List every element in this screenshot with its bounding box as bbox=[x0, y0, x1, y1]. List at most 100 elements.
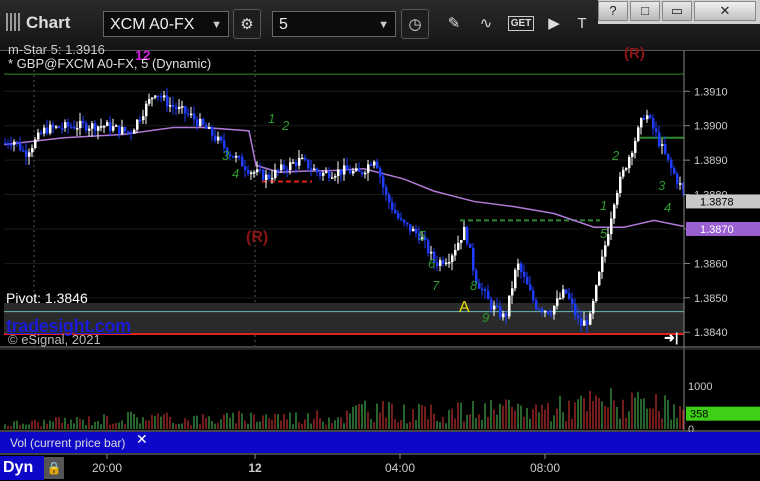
td-count-mark: 3 bbox=[658, 178, 666, 193]
candle-body bbox=[289, 162, 292, 170]
candle-body bbox=[469, 243, 472, 248]
candle-body bbox=[13, 141, 16, 145]
candle-body bbox=[100, 126, 103, 128]
td-count-mark: 6 bbox=[428, 256, 436, 271]
drag-grip-icon[interactable] bbox=[6, 13, 20, 31]
candle-body bbox=[412, 228, 415, 232]
get-icon[interactable]: GET bbox=[504, 9, 538, 39]
scroll-to-end-icon[interactable]: ➜| bbox=[664, 330, 679, 346]
candle-body bbox=[334, 176, 337, 178]
candle-body bbox=[16, 141, 19, 144]
candle-body bbox=[610, 218, 613, 235]
window-controls: ? □ ▭ ✕ bbox=[598, 0, 760, 24]
candle-body bbox=[139, 119, 142, 122]
price-tick-label: 1.3860 bbox=[694, 258, 728, 270]
candle-body bbox=[211, 126, 214, 136]
clock-icon[interactable]: ◷ bbox=[401, 9, 429, 39]
text-tool-icon[interactable]: T bbox=[568, 9, 596, 39]
last-price-badge: 1.3878 bbox=[700, 196, 734, 208]
restore-button[interactable]: □ bbox=[630, 1, 660, 21]
candle-body bbox=[40, 132, 43, 135]
interval-combo[interactable]: 5 ▼ bbox=[272, 11, 396, 37]
play-icon[interactable]: ▶ bbox=[540, 9, 568, 39]
candle-body bbox=[172, 105, 175, 108]
candle-body bbox=[184, 106, 187, 114]
candle-body bbox=[388, 194, 391, 203]
maximize-button[interactable]: ▭ bbox=[662, 1, 692, 21]
candle-body bbox=[520, 263, 523, 272]
lock-icon[interactable]: 🔒 bbox=[44, 457, 64, 479]
candle-body bbox=[622, 169, 625, 177]
candle-body bbox=[580, 318, 583, 326]
close-button[interactable]: ✕ bbox=[694, 1, 756, 21]
candle-body bbox=[481, 288, 484, 291]
candle-body bbox=[535, 300, 538, 309]
candle-body bbox=[22, 150, 25, 152]
indicator-icon[interactable]: ∿ bbox=[472, 9, 500, 39]
candle-body bbox=[460, 240, 463, 243]
r-label-top: (R) bbox=[624, 45, 645, 62]
candle-body bbox=[256, 169, 259, 173]
candle-body bbox=[199, 118, 202, 127]
candle-body bbox=[274, 169, 277, 178]
symbol-description: * GBP@FXCM A0-FX, 5 (Dynamic) bbox=[8, 56, 212, 71]
chevron-down-icon: ▼ bbox=[211, 19, 222, 31]
candle-body bbox=[253, 172, 256, 174]
candle-body bbox=[136, 119, 139, 130]
candle-body bbox=[649, 115, 652, 118]
price-chart[interactable]: 12345678912345 1.39101.39001.38901.38801… bbox=[0, 0, 760, 481]
candle-body bbox=[502, 313, 505, 318]
candle-body bbox=[397, 213, 400, 219]
candle-body bbox=[658, 132, 661, 146]
candle-body bbox=[586, 320, 589, 325]
candle-body bbox=[454, 250, 457, 256]
candle-body bbox=[313, 168, 316, 171]
gear-icon[interactable]: ⚙ bbox=[233, 9, 261, 39]
candle-body bbox=[34, 139, 37, 149]
candle-body bbox=[31, 148, 34, 153]
candle-body bbox=[109, 122, 112, 131]
candle-body bbox=[55, 126, 58, 128]
candle-body bbox=[400, 218, 403, 220]
study-label: m-Star 5: 1.3916 bbox=[8, 42, 105, 57]
candle-body bbox=[196, 119, 199, 127]
candle-body bbox=[436, 262, 439, 266]
candle-body bbox=[358, 168, 361, 172]
candle-body bbox=[490, 299, 493, 310]
candle-body bbox=[370, 164, 373, 166]
candle-body bbox=[4, 142, 7, 145]
r-label: (R) bbox=[246, 229, 269, 246]
candle-body bbox=[526, 276, 529, 285]
candle-body bbox=[337, 169, 340, 177]
td-count-mark: 2 bbox=[281, 118, 290, 133]
candle-body bbox=[208, 126, 211, 129]
candle-body bbox=[43, 127, 46, 134]
pencil-icon[interactable]: ✎ bbox=[440, 9, 468, 39]
candle-body bbox=[484, 289, 487, 291]
help-button[interactable]: ? bbox=[598, 1, 628, 21]
candle-body bbox=[661, 144, 664, 146]
dynamic-button[interactable]: Dyn bbox=[0, 456, 44, 480]
candle-body bbox=[346, 165, 349, 171]
candle-body bbox=[130, 132, 133, 134]
candle-body bbox=[19, 142, 22, 151]
candle-body bbox=[52, 124, 55, 128]
symbol-combo[interactable]: XCM A0-FX ▼ bbox=[103, 11, 229, 37]
candle-body bbox=[616, 192, 619, 205]
candle-body bbox=[445, 262, 448, 265]
candle-body bbox=[247, 170, 250, 174]
candle-body bbox=[505, 313, 508, 317]
candle-body bbox=[298, 157, 301, 166]
close-volume-icon[interactable]: ✕ bbox=[136, 431, 148, 448]
candle-body bbox=[265, 174, 268, 181]
candle-body bbox=[178, 106, 181, 110]
candle-body bbox=[259, 169, 262, 171]
candle-body bbox=[142, 116, 145, 121]
candle-body bbox=[49, 124, 52, 134]
candle-body bbox=[319, 172, 322, 176]
candle-body bbox=[628, 157, 631, 169]
candle-body bbox=[37, 132, 40, 140]
candle-body bbox=[544, 310, 547, 313]
candle-body bbox=[121, 126, 124, 134]
candle-body bbox=[343, 165, 346, 175]
